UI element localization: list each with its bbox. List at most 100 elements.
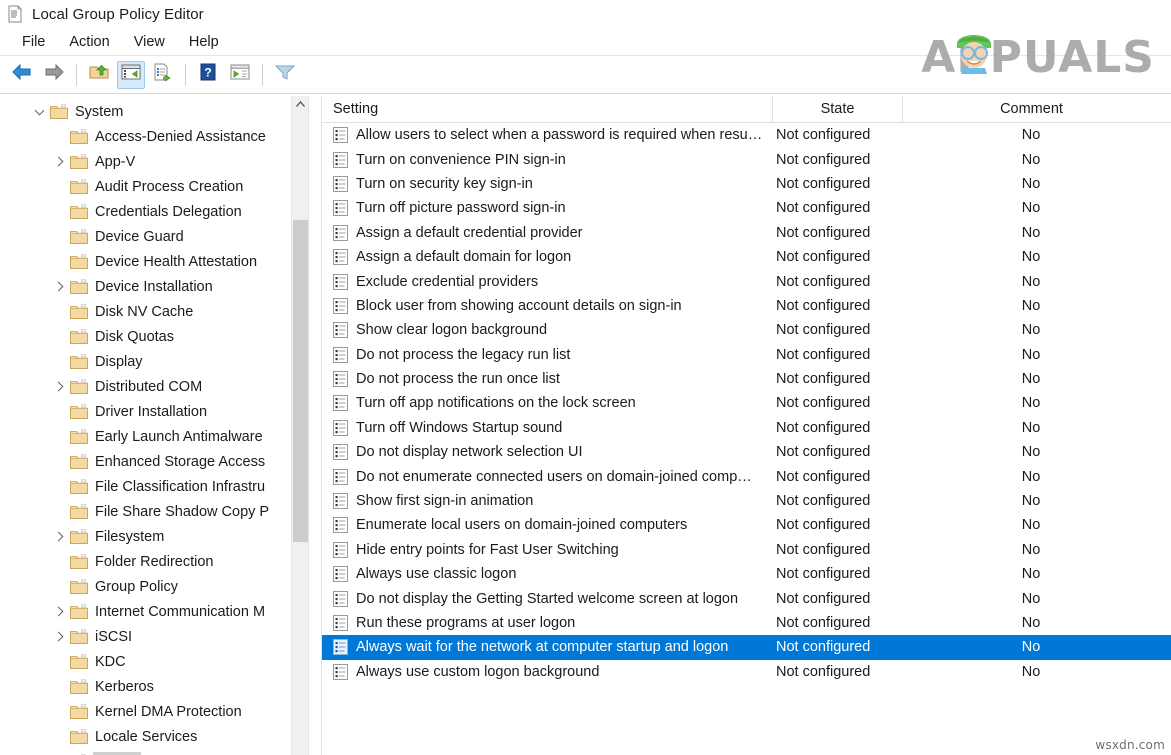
filter-options-button[interactable]: [271, 61, 299, 89]
policy-setting-row[interactable]: Run these programs at user logonNot conf…: [322, 611, 1171, 635]
policy-setting-row[interactable]: Show clear logon backgroundNot configure…: [322, 318, 1171, 342]
tree-item-disk-quotas[interactable]: Disk Quotas: [0, 324, 305, 349]
tree-item-disk-nv-cache[interactable]: Disk NV Cache: [0, 299, 305, 324]
settings-list[interactable]: Allow users to select when a password is…: [322, 123, 1171, 684]
policy-setting-row[interactable]: Always use classic logonNot configuredNo: [322, 562, 1171, 586]
console-tree-pane[interactable]: SystemAccess-Denied AssistanceApp-VAudit…: [0, 96, 322, 755]
policy-setting-icon: [333, 200, 348, 216]
state-cell: Not configured: [772, 469, 902, 485]
tree-item-kdc[interactable]: KDC: [0, 649, 305, 674]
policy-setting-icon: [333, 249, 348, 265]
tree-item-label: Device Health Attestation: [95, 254, 257, 270]
policy-setting-row[interactable]: Do not display the Getting Started welco…: [322, 586, 1171, 610]
menu-help[interactable]: Help: [177, 32, 231, 52]
folder-icon: [50, 104, 68, 119]
tree-item-folder-redirection[interactable]: Folder Redirection: [0, 549, 305, 574]
menu-view[interactable]: View: [122, 32, 177, 52]
policy-setting-row[interactable]: Do not display network selection UINot c…: [322, 440, 1171, 464]
tree-item-file-classification-infrastru[interactable]: File Classification Infrastru: [0, 474, 305, 499]
tree-scrollbar-thumb[interactable]: [293, 220, 308, 542]
tree-pane-splitter[interactable]: [308, 96, 321, 755]
policy-setting-row[interactable]: Allow users to select when a password is…: [322, 123, 1171, 147]
policy-setting-row[interactable]: Hide entry points for Fast User Switchin…: [322, 538, 1171, 562]
chevron-right-icon[interactable]: [48, 599, 70, 624]
properties-button[interactable]: [226, 61, 254, 89]
chevron-right-icon[interactable]: [48, 149, 70, 174]
policy-setting-row[interactable]: Do not process the legacy run listNot co…: [322, 343, 1171, 367]
tree-item-iscsi[interactable]: iSCSI: [0, 624, 305, 649]
policy-setting-row[interactable]: Always use custom logon backgroundNot co…: [322, 660, 1171, 684]
chevron-right-icon[interactable]: [48, 624, 70, 649]
state-cell: Not configured: [772, 420, 902, 436]
tree-item-logon[interactable]: Logon: [0, 749, 305, 755]
tree-item-kernel-dma-protection[interactable]: Kernel DMA Protection: [0, 699, 305, 724]
tree-item-internet-communication-m[interactable]: Internet Communication M: [0, 599, 305, 624]
help-button[interactable]: ?: [194, 61, 222, 89]
tree-item-filesystem[interactable]: Filesystem: [0, 524, 305, 549]
scroll-up-arrow-icon[interactable]: [292, 96, 308, 113]
menu-file[interactable]: File: [10, 32, 57, 52]
tree-item-kerberos[interactable]: Kerberos: [0, 674, 305, 699]
back-button[interactable]: [8, 61, 36, 89]
policy-setting-row[interactable]: Assign a default domain for logonNot con…: [322, 245, 1171, 269]
column-header-setting[interactable]: Setting: [322, 96, 772, 123]
tree-item-system[interactable]: System: [0, 99, 305, 124]
tree-item-access-denied-assistance[interactable]: Access-Denied Assistance: [0, 124, 305, 149]
policy-setting-row[interactable]: Turn off Windows Startup soundNot config…: [322, 416, 1171, 440]
setting-name: Do not display network selection UI: [356, 444, 582, 460]
tree-item-audit-process-creation[interactable]: Audit Process Creation: [0, 174, 305, 199]
tree-item-distributed-com[interactable]: Distributed COM: [0, 374, 305, 399]
folder-icon: [70, 279, 88, 294]
policy-setting-row[interactable]: Block user from showing account details …: [322, 294, 1171, 318]
up-one-level-button[interactable]: [85, 61, 113, 89]
comment-cell: No: [902, 371, 1160, 387]
chevron-right-icon[interactable]: [48, 374, 70, 399]
state-cell: Not configured: [772, 517, 902, 533]
chevron-right-icon[interactable]: [48, 274, 70, 299]
tree-indent-spacer: [48, 249, 70, 274]
policy-setting-row[interactable]: Turn off app notifications on the lock s…: [322, 391, 1171, 415]
policy-setting-row[interactable]: Do not process the run once listNot conf…: [322, 367, 1171, 391]
policy-setting-row[interactable]: Turn on convenience PIN sign-inNot confi…: [322, 147, 1171, 171]
policy-setting-row[interactable]: Do not enumerate connected users on doma…: [322, 464, 1171, 488]
comment-cell: No: [902, 127, 1160, 143]
tree-item-label: Disk Quotas: [95, 329, 174, 345]
policy-setting-row[interactable]: Always wait for the network at computer …: [322, 635, 1171, 659]
tree-item-early-launch-antimalware[interactable]: Early Launch Antimalware: [0, 424, 305, 449]
policy-setting-row[interactable]: Exclude credential providersNot configur…: [322, 269, 1171, 293]
tree-item-enhanced-storage-access[interactable]: Enhanced Storage Access: [0, 449, 305, 474]
policy-setting-icon: [333, 176, 348, 192]
column-header-comment[interactable]: Comment: [902, 96, 1160, 123]
tree-item-credentials-delegation[interactable]: Credentials Delegation: [0, 199, 305, 224]
setting-name: Always use classic logon: [356, 566, 516, 582]
policy-setting-icon: [333, 517, 348, 533]
policy-setting-icon: [333, 274, 348, 290]
policy-setting-row[interactable]: Assign a default credential providerNot …: [322, 221, 1171, 245]
chevron-right-icon[interactable]: [48, 524, 70, 549]
policy-setting-row[interactable]: Turn on security key sign-inNot configur…: [322, 172, 1171, 196]
tree-item-driver-installation[interactable]: Driver Installation: [0, 399, 305, 424]
menu-action[interactable]: Action: [57, 32, 121, 52]
policy-setting-row[interactable]: Show first sign-in animationNot configur…: [322, 489, 1171, 513]
policy-setting-row[interactable]: Enumerate local users on domain-joined c…: [322, 513, 1171, 537]
tree-item-app-v[interactable]: App-V: [0, 149, 305, 174]
console-tree[interactable]: SystemAccess-Denied AssistanceApp-VAudit…: [0, 96, 305, 755]
tree-item-file-share-shadow-copy-p[interactable]: File Share Shadow Copy P: [0, 499, 305, 524]
tree-vertical-scrollbar[interactable]: [291, 96, 308, 755]
folder-icon: [70, 254, 88, 269]
tree-item-device-installation[interactable]: Device Installation: [0, 274, 305, 299]
tree-item-locale-services[interactable]: Locale Services: [0, 724, 305, 749]
tree-item-group-policy[interactable]: Group Policy: [0, 574, 305, 599]
policy-setting-row[interactable]: Turn off picture password sign-inNot con…: [322, 196, 1171, 220]
folder-icon: [70, 154, 88, 169]
tree-item-device-health-attestation[interactable]: Device Health Attestation: [0, 249, 305, 274]
forward-button[interactable]: [40, 61, 68, 89]
show-hide-console-tree-button[interactable]: [117, 61, 145, 89]
export-list-button[interactable]: [149, 61, 177, 89]
folder-icon: [70, 179, 88, 194]
chevron-down-icon[interactable]: [28, 99, 50, 124]
tree-item-display[interactable]: Display: [0, 349, 305, 374]
settings-list-pane[interactable]: Setting State Comment Allow users to sel…: [322, 96, 1171, 755]
column-header-state[interactable]: State: [772, 96, 902, 123]
tree-item-device-guard[interactable]: Device Guard: [0, 224, 305, 249]
